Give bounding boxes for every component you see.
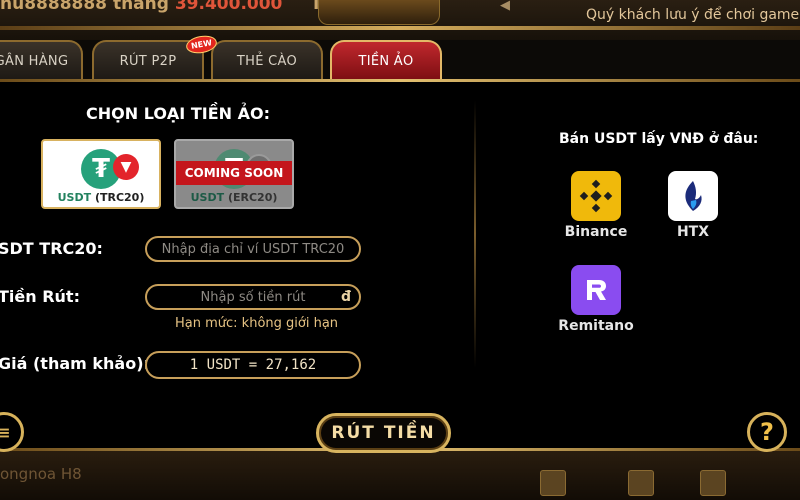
speaker-icon[interactable]: ◀ [500,0,514,13]
exchange-remitano[interactable]: Remitano [551,265,641,334]
coin-symbol: USDT [190,191,225,204]
coin-symbol: USDT [57,191,92,204]
exchange-name: HTX [676,224,710,240]
binance-icon [571,171,621,221]
rate-label: Giá (tham khảo): [0,354,150,373]
coin-usdt-trc20[interactable]: ₮ ▼ USDT (TRC20) [41,139,161,209]
coin-network: (ERC20) [227,191,278,204]
exchange-htx[interactable]: HTX [648,171,738,240]
question-icon: ? [760,418,774,446]
notice-marquee: Quý khách lưu ý để chơi game [586,7,800,23]
exchange-name: Binance [564,224,628,240]
withdraw-button[interactable]: RÚT TIỀN [316,413,451,453]
address-label: SDT TRC20: [0,239,103,258]
game-thumb[interactable] [540,470,566,496]
tab-bank[interactable]: GÂN HÀNG [0,40,83,80]
amount-input[interactable]: Nhập số tiền rút đ [145,284,361,310]
amount-placeholder: Nhập số tiền rút [200,289,306,305]
remitano-icon [571,265,621,315]
bottom-bar [0,448,800,500]
currency-symbol: đ [340,289,351,305]
tab-crypto[interactable]: TIỀN ẢO [330,40,442,80]
section-title: CHỌN LOẠI TIỀN ẢO: [86,104,270,123]
ticker-verb: thắng [112,0,169,14]
list-icon: ≡ [0,422,11,442]
tab-p2p-label: RÚT P2P [119,53,177,69]
coming-soon-banner: COMING SOON [176,161,292,185]
coin-network: (TRC20) [94,191,145,204]
ticker-player: hu8888888 [0,0,108,14]
address-placeholder: Nhập địa chỉ ví USDT TRC20 [161,241,345,257]
win-ticker: hu8888888 thắng 39.400.000 Tà [0,0,332,14]
tron-icon: ▼ [113,154,139,180]
exchange-name: Remitano [558,318,634,334]
top-bar: hu8888888 thắng 39.400.000 Tà ◀ Quý khác… [0,0,800,40]
help-button[interactable]: ? [747,412,787,452]
coin-usdt-erc20[interactable]: ₮ ◆ COMING SOON USDT (ERC20) [174,139,294,209]
coin-label: USDT (ERC20) [176,191,292,204]
htx-icon [668,171,718,221]
wallet-address-input[interactable]: Nhập địa chỉ ví USDT TRC20 [145,236,361,262]
amount-label: Tiền Rút: [0,287,80,306]
column-divider [474,100,476,368]
top-rim [0,26,800,30]
bottom-ticker: ongnoa H8 [0,465,82,483]
exchanges-title: Bán USDT lấy VNĐ ở đâu: [559,131,759,147]
tab-bank-label: GÂN HÀNG [0,53,69,69]
tab-card[interactable]: THẺ CÀO [211,40,323,80]
coin-label: USDT (TRC20) [43,191,159,204]
rate-value: 1 USDT = 27,162 [189,357,317,373]
tab-crypto-label: TIỀN ẢO [358,53,414,69]
exchange-binance[interactable]: Binance [551,171,641,240]
game-thumb[interactable] [628,470,654,496]
limit-text: Hạn mức: không giới hạn [175,316,339,331]
mail-icon[interactable] [700,470,726,496]
slot-machine-art [318,0,440,25]
rate-display: 1 USDT = 27,162 [145,351,361,379]
ticker-amount: 39.400.000 [174,0,283,14]
tab-card-label: THẺ CÀO [236,53,298,69]
tab-bar: GÂN HÀNG RÚT P2P THẺ CÀO TIỀN ẢO [0,40,800,80]
